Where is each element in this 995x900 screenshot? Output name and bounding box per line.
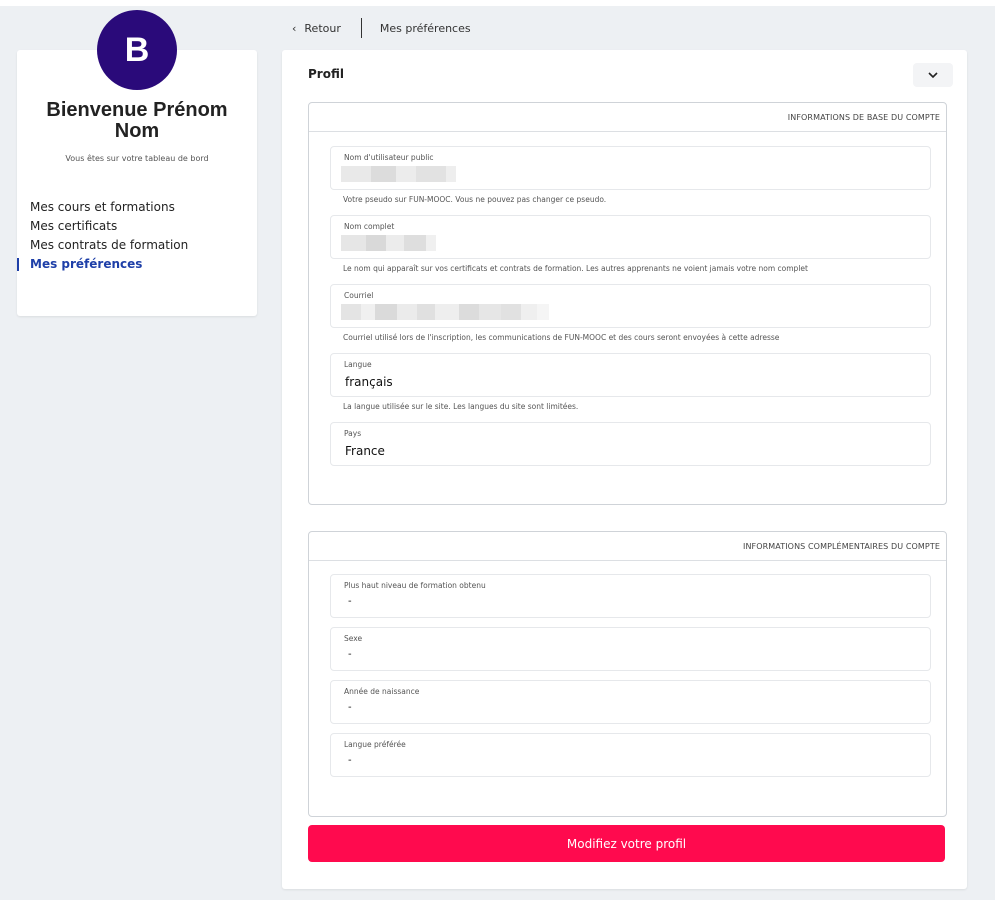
back-label: Retour xyxy=(304,21,341,35)
sidebar-item-preferences[interactable]: Mes préférences xyxy=(16,255,188,274)
gender-field[interactable]: Sexe - xyxy=(330,627,931,671)
field-label: Sexe xyxy=(344,634,363,643)
chevron-down-icon xyxy=(928,71,938,78)
sidebar-nav: Mes cours et formations Mes certificats … xyxy=(16,198,188,274)
field-label: Courriel xyxy=(344,291,374,300)
extra-info-section: INFORMATIONS COMPLÉMENTAIRES DU COMPTE P… xyxy=(308,531,947,817)
help-text: Le nom qui apparaît sur vos certificats … xyxy=(343,264,808,273)
chevron-left-icon: ‹ xyxy=(292,21,297,35)
sidebar-item-courses[interactable]: Mes cours et formations xyxy=(30,198,188,217)
birth-year-field[interactable]: Année de naissance - xyxy=(330,680,931,724)
welcome-line-1: Bienvenue Prénom xyxy=(46,99,228,121)
avatar: B xyxy=(97,10,177,90)
help-text: Courriel utilisé lors de l'inscription, … xyxy=(343,333,780,342)
username-field[interactable]: Nom d'utilisateur public xyxy=(330,146,931,190)
sidebar-item-certificates[interactable]: Mes certificats xyxy=(30,217,188,236)
field-label: Langue xyxy=(344,360,372,369)
breadcrumb-separator xyxy=(360,18,362,38)
field-value: - xyxy=(348,702,352,713)
redacted-value xyxy=(341,166,456,182)
email-field[interactable]: Courriel xyxy=(330,284,931,328)
sidebar-item-contracts[interactable]: Mes contrats de formation xyxy=(30,236,188,255)
profile-title: Profil xyxy=(308,67,344,81)
education-level-field[interactable]: Plus haut niveau de formation obtenu - xyxy=(330,574,931,618)
redacted-value xyxy=(341,235,436,251)
breadcrumb-current: Mes préférences xyxy=(379,21,471,35)
preferred-language-field[interactable]: Langue préférée - xyxy=(330,733,931,777)
field-label: Pays xyxy=(344,429,362,438)
field-value: français xyxy=(345,375,393,389)
field-value: - xyxy=(348,755,352,766)
back-link[interactable]: ‹ Retour xyxy=(292,22,341,35)
help-text: La langue utilisée sur le site. Les lang… xyxy=(343,402,579,411)
field-label: Nom complet xyxy=(344,222,395,231)
edit-profile-button[interactable]: Modifiez votre profil xyxy=(308,825,945,862)
country-field[interactable]: Pays France xyxy=(330,422,931,466)
language-field[interactable]: Langue français xyxy=(330,353,931,397)
basic-info-section: INFORMATIONS DE BASE DU COMPTE Nom d'uti… xyxy=(308,102,947,505)
field-label: Année de naissance xyxy=(344,687,420,696)
field-value: - xyxy=(348,649,352,660)
section-title: INFORMATIONS COMPLÉMENTAIRES DU COMPTE xyxy=(309,532,946,561)
collapse-button[interactable] xyxy=(913,63,953,87)
welcome-line-2: Nom xyxy=(114,120,160,142)
field-label: Langue préférée xyxy=(344,740,406,749)
field-label: Plus haut niveau de formation obtenu xyxy=(344,581,486,590)
fullname-field[interactable]: Nom complet xyxy=(330,215,931,259)
field-label: Nom d'utilisateur public xyxy=(344,153,434,162)
redacted-value xyxy=(341,304,549,320)
welcome-title: Bienvenue Prénom Nom xyxy=(17,100,257,142)
welcome-subtitle: Vous êtes sur votre tableau de bord xyxy=(65,154,209,163)
field-value: - xyxy=(348,596,352,607)
field-value: France xyxy=(345,444,385,458)
help-text: Votre pseudo sur FUN-MOOC. Vous ne pouve… xyxy=(343,195,607,204)
section-title: INFORMATIONS DE BASE DU COMPTE xyxy=(309,103,946,132)
breadcrumb: ‹ Retour Mes préférences xyxy=(292,18,471,38)
